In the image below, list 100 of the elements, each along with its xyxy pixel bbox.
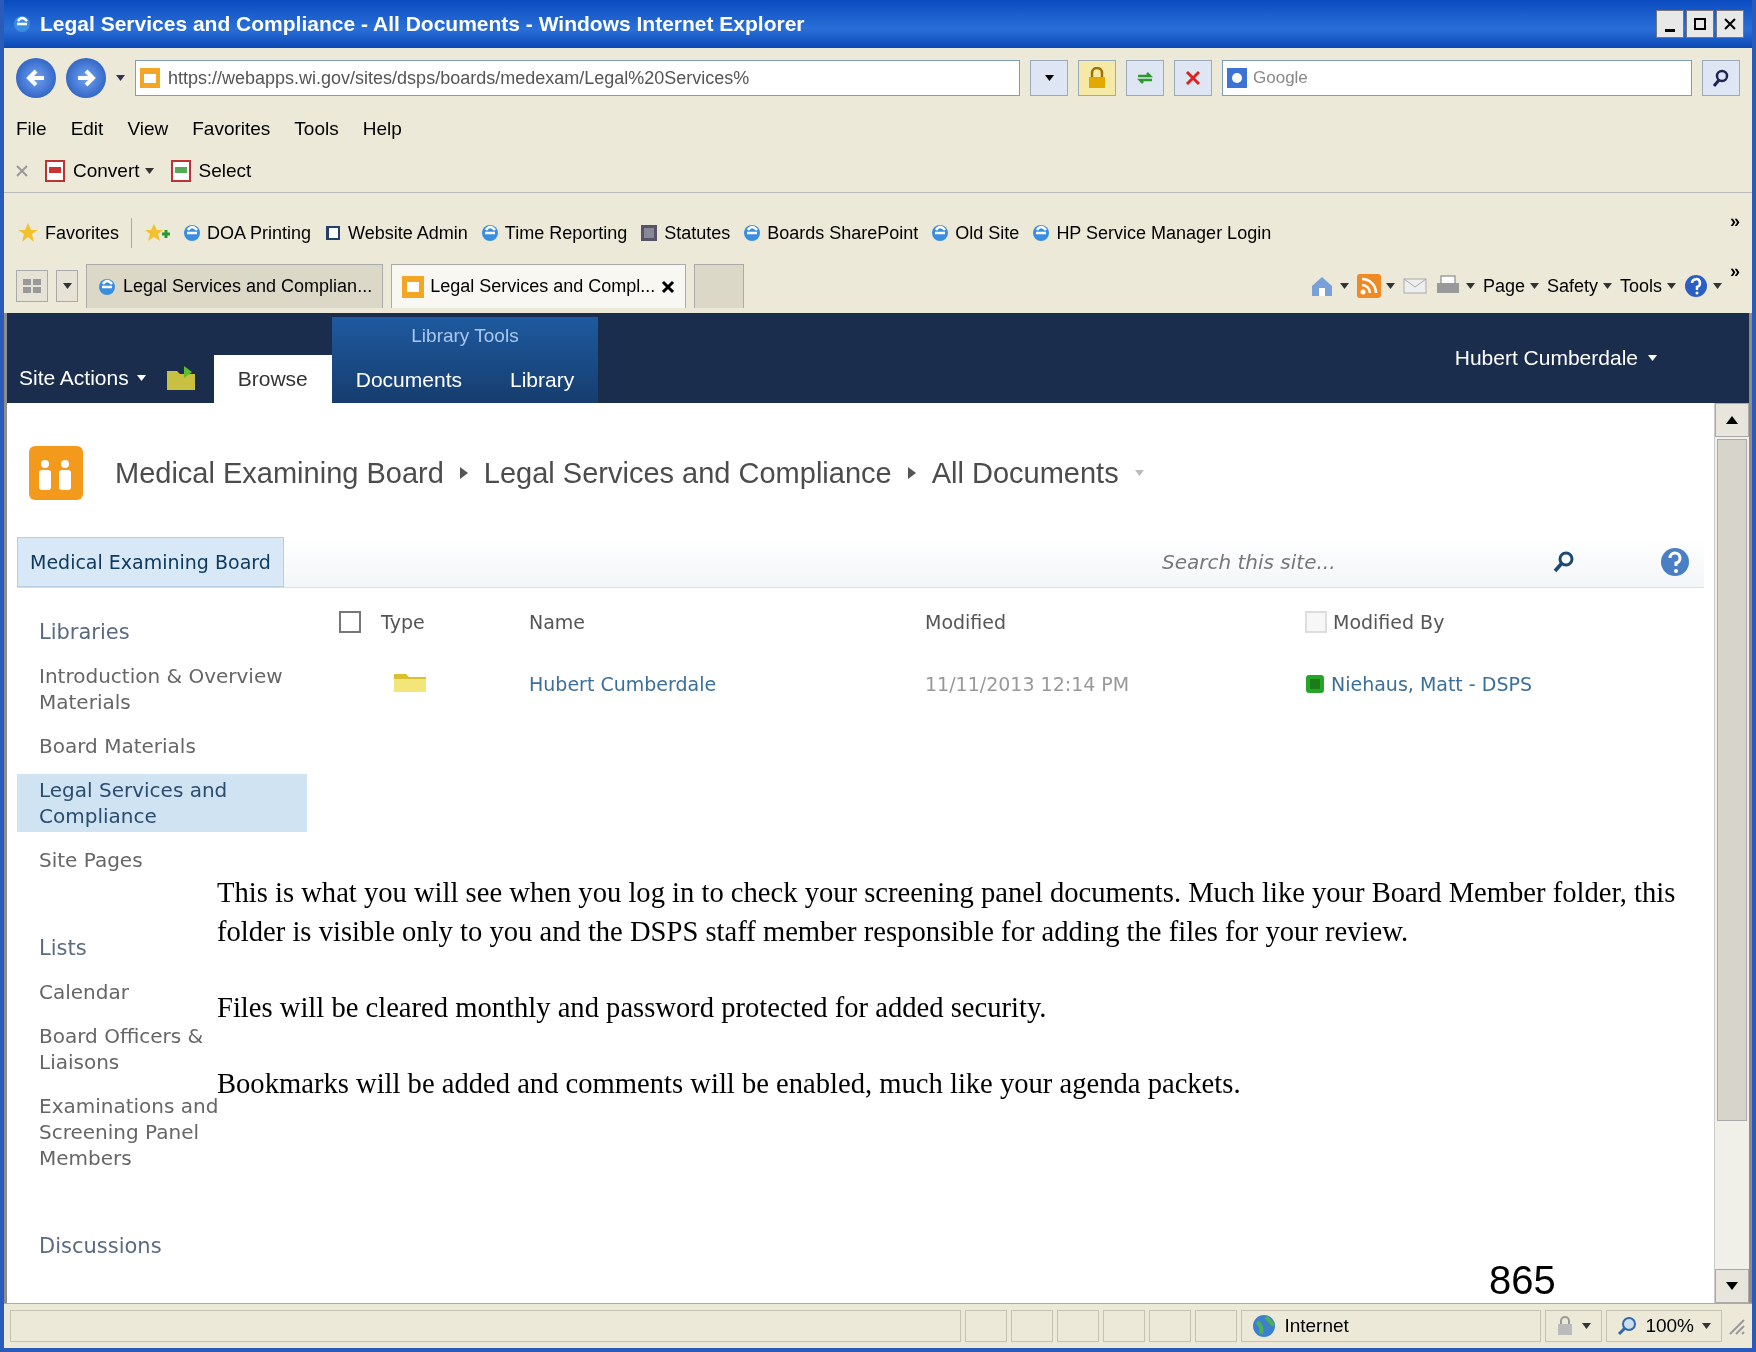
menu-item[interactable]: Tools (294, 118, 339, 140)
status-pane (1103, 1310, 1146, 1342)
folder-icon[interactable] (165, 365, 196, 391)
forward-button[interactable] (66, 58, 106, 98)
browser-tab[interactable]: Legal Services and Compl... (391, 264, 687, 308)
favorites-button[interactable]: Favorites (45, 222, 120, 244)
scroll-up-button[interactable] (1715, 403, 1749, 437)
stop-button[interactable] (1174, 60, 1212, 96)
site-actions-menu[interactable]: Site Actions (19, 366, 129, 390)
web-page-icon (479, 223, 500, 243)
favorites-link[interactable]: Boards SharePoint (767, 222, 919, 244)
lock-icon[interactable] (1556, 1316, 1575, 1336)
search-icon[interactable] (1552, 550, 1576, 574)
stop-icon (1185, 70, 1201, 86)
presence-icon (1305, 674, 1325, 694)
toolbar-button[interactable]: Select (198, 160, 252, 182)
search-provider-icon (1227, 68, 1247, 88)
column-header[interactable]: Name (529, 611, 586, 633)
menu-item[interactable]: View (127, 118, 169, 140)
favorites-link[interactable]: HP Service Manager Login (1056, 222, 1272, 244)
caret-icon (1602, 283, 1612, 289)
favorites-link[interactable]: DOA Printing (207, 222, 312, 244)
scrollbar[interactable] (1714, 403, 1749, 1303)
caret-icon (1648, 355, 1657, 361)
ribbon-tab[interactable]: Browse (213, 355, 332, 403)
favorites-link[interactable]: Old Site (955, 222, 1020, 244)
top-nav-tab[interactable]: Medical Examining Board (17, 537, 284, 587)
refresh-button[interactable] (1126, 60, 1164, 96)
back-button[interactable] (16, 58, 56, 98)
sidebar-item[interactable]: Legal Services and Compliance (17, 774, 307, 832)
close-icon[interactable] (661, 279, 676, 294)
caret-icon (1134, 470, 1144, 476)
web-page-icon (742, 223, 763, 243)
column-header[interactable]: Modified (925, 611, 1007, 633)
column-header[interactable]: Modified By (1333, 611, 1445, 633)
toolbar-menu[interactable]: Safety (1546, 275, 1598, 297)
address-field[interactable]: https://webapps.wi.gov/sites/dsps/boards/medexam/Legal%20Services% (135, 60, 1020, 96)
down-arrow-icon (1726, 1282, 1738, 1290)
tab-list-button[interactable] (56, 270, 78, 302)
close-button[interactable] (1716, 10, 1744, 38)
status-pane (965, 1310, 1008, 1342)
menu-item[interactable]: Favorites (192, 118, 271, 140)
sidebar-item[interactable]: Site Pages (17, 844, 165, 876)
breadcrumb-link[interactable]: All Documents (931, 456, 1119, 490)
add-favorite-icon[interactable] (144, 222, 171, 244)
help-icon[interactable] (1660, 547, 1690, 577)
overflow-button[interactable]: » (1730, 261, 1740, 282)
breadcrumb-link[interactable]: Legal Services and Compliance (483, 456, 892, 490)
square-icon (1305, 611, 1327, 633)
web-page-icon (182, 223, 203, 243)
toolbar-menu[interactable]: Page (1482, 275, 1525, 297)
page-number: 865 (1489, 1258, 1556, 1303)
search-field[interactable]: Google (1222, 60, 1692, 96)
favorites-link[interactable]: Website Admin (348, 222, 468, 244)
user-link[interactable]: Niehaus, Matt - DSPS (1331, 673, 1532, 695)
rss-icon[interactable] (1356, 274, 1381, 298)
security-zone: Internet (1284, 1315, 1349, 1337)
caret-icon (116, 75, 125, 81)
minimize-button[interactable] (1656, 10, 1684, 38)
sidebar-item[interactable]: Calendar (17, 976, 151, 1008)
caret-icon (1044, 75, 1054, 81)
search-field[interactable]: Search this site... (1154, 538, 1590, 586)
sidebar-item[interactable]: Introduction & Overview Materials (17, 660, 307, 718)
checkbox[interactable] (339, 611, 361, 633)
security-button[interactable] (1078, 60, 1116, 96)
toolbar-button[interactable]: Convert (73, 160, 140, 182)
user-menu[interactable]: Hubert Cumberdale (1454, 346, 1638, 370)
sidebar-heading[interactable]: Discussions (17, 1230, 307, 1268)
quick-tabs-button[interactable] (16, 270, 48, 302)
web-page-icon (97, 276, 117, 297)
overflow-button[interactable]: » (1730, 211, 1740, 232)
sidebar-item[interactable]: Board Materials (17, 730, 218, 762)
status-pane (1057, 1310, 1100, 1342)
caret-icon (1385, 283, 1395, 289)
menu-item[interactable]: Help (362, 118, 402, 140)
search-button[interactable] (1702, 60, 1740, 96)
web-page-icon (930, 223, 951, 243)
minimize-icon (1665, 28, 1675, 32)
favorites-link[interactable]: Statutes (664, 222, 731, 244)
maximize-button[interactable] (1686, 10, 1714, 38)
caret-icon (1529, 283, 1539, 289)
scrollbar-thumb[interactable] (1717, 439, 1747, 1121)
favorites-link[interactable]: Time Reporting (504, 222, 628, 244)
grid-icon (22, 278, 42, 294)
lock-icon (1087, 67, 1107, 89)
dropdown-button[interactable] (1030, 60, 1068, 96)
annotation-paragraph: Bookmarks will be added and comments will be enabled, much like your agenda packets. (217, 1067, 1242, 1101)
column-header[interactable]: Type (381, 611, 425, 633)
menu-item[interactable]: File (16, 118, 47, 140)
status-pane (1011, 1310, 1054, 1342)
help-icon[interactable] (1684, 274, 1708, 298)
scroll-down-button[interactable] (1715, 1269, 1749, 1303)
browser-tab[interactable]: Legal Services and Complian... (86, 264, 384, 308)
ribbon-tab[interactable]: Documents (331, 357, 486, 403)
toolbar-menu[interactable]: Tools (1619, 275, 1662, 297)
breadcrumb-link[interactable]: Medical Examining Board (115, 456, 444, 490)
sidebar-heading[interactable]: Libraries (17, 616, 307, 654)
document-link[interactable]: Hubert Cumberdale (529, 673, 717, 695)
menu-item[interactable]: Edit (70, 118, 104, 140)
ribbon-tab[interactable]: Library (486, 357, 599, 403)
